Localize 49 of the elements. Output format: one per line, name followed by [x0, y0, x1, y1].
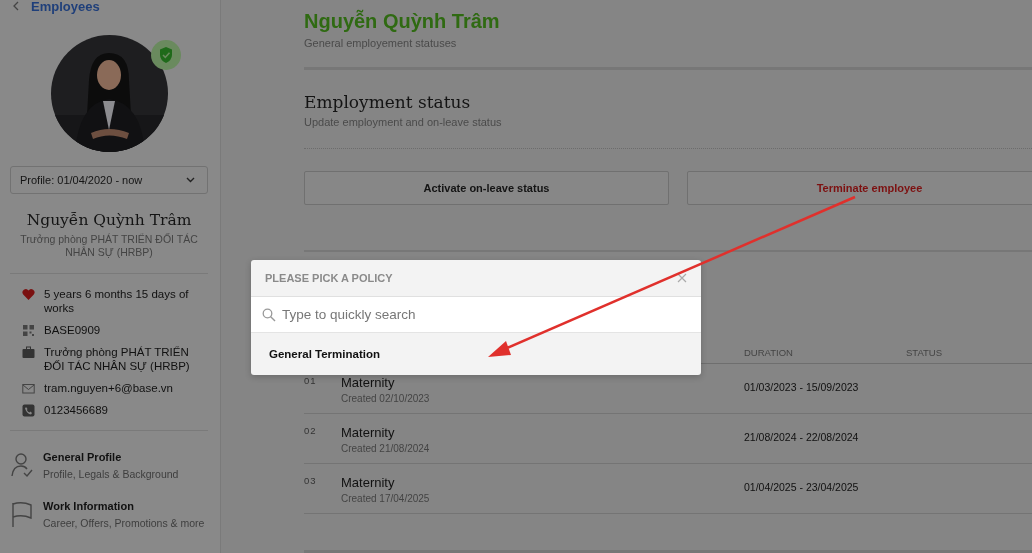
search-icon — [262, 307, 276, 322]
row-number: 01 — [304, 375, 318, 387]
column-header: STATUS — [906, 347, 943, 359]
policy-option[interactable]: General Termination — [251, 333, 701, 375]
section-subtitle: Update employment and on-leave status — [304, 115, 503, 128]
duration-cell-text: 01/03/2023 - 15/09/2023 — [744, 381, 860, 394]
page-subtitle: General employement statuses — [304, 37, 458, 49]
chevron-left-icon — [12, 1, 19, 11]
terminate-button[interactable]: Terminate employee — [687, 170, 1032, 205]
user-check-icon — [10, 451, 34, 479]
duration-cell-text: 01/04/2025 - 23/04/2025 — [744, 481, 860, 494]
info-text: BASE0909 — [44, 323, 101, 337]
row-number: 02 — [304, 425, 318, 437]
nav-title[interactable]: Work Information — [43, 500, 205, 512]
chevron-down-icon — [186, 177, 195, 183]
action-button[interactable]: Activate on-leave status — [304, 170, 669, 205]
leave-type: Maternity — [341, 425, 396, 441]
profile-period-select[interactable]: Profile: 01/04/2020 - now — [10, 166, 208, 194]
close-icon[interactable] — [677, 273, 687, 283]
heart-icon — [22, 288, 35, 301]
nav-subtitle: Profile, Legals & Background — [43, 468, 179, 480]
dialog-title: PLEASE PICK A POLICY — [265, 272, 393, 284]
employee-name: Nguyễn Quỳnh Trâm — [25, 211, 193, 229]
info-text: tram.nguyen+6@base.vn — [44, 381, 173, 395]
created-date: Created 21/08/2024 — [341, 443, 431, 455]
nav-subtitle: Career, Offers, Promotions & more — [43, 517, 205, 529]
leave-type: Maternity — [341, 375, 396, 391]
row-number: 03 — [304, 475, 318, 487]
duration-cell-text: 21/08/2024 - 22/08/2024 — [744, 431, 860, 444]
employee-title: Trưởng phòng PHÁT TRIỂN ĐỐI TÁC NHÂN SỰ (HRBP) — [19, 233, 199, 259]
search-field[interactable]: Type to quickly search — [251, 297, 701, 333]
page-title: Nguyễn Quỳnh Trâm — [304, 10, 501, 33]
created-date: Created 02/10/2023 — [341, 393, 431, 405]
verified-shield-icon — [149, 39, 182, 71]
info-text: 5 years 6 months 15 days of works — [44, 287, 190, 315]
back-link[interactable]: Employees — [10, 0, 208, 13]
column-header: DURATION — [744, 347, 793, 359]
search-field[interactable]: Type to quickly search — [282, 307, 690, 322]
section-title: Employment status — [304, 91, 472, 112]
info-text: 0123456689 — [44, 403, 108, 417]
created-date: Created 17/04/2025 — [341, 493, 431, 505]
qr-code-icon — [22, 324, 35, 337]
info-text: Trưởng phòng PHÁT TRIỂN ĐỐI TÁC NHÂN SỰ (HRBP) — [44, 345, 191, 373]
briefcase-icon — [22, 346, 35, 359]
leave-type: Maternity — [341, 475, 396, 491]
nav-title[interactable]: General Profile — [43, 451, 179, 463]
envelope-icon — [22, 382, 35, 395]
flag-icon — [10, 500, 34, 528]
phone-icon — [22, 404, 35, 417]
